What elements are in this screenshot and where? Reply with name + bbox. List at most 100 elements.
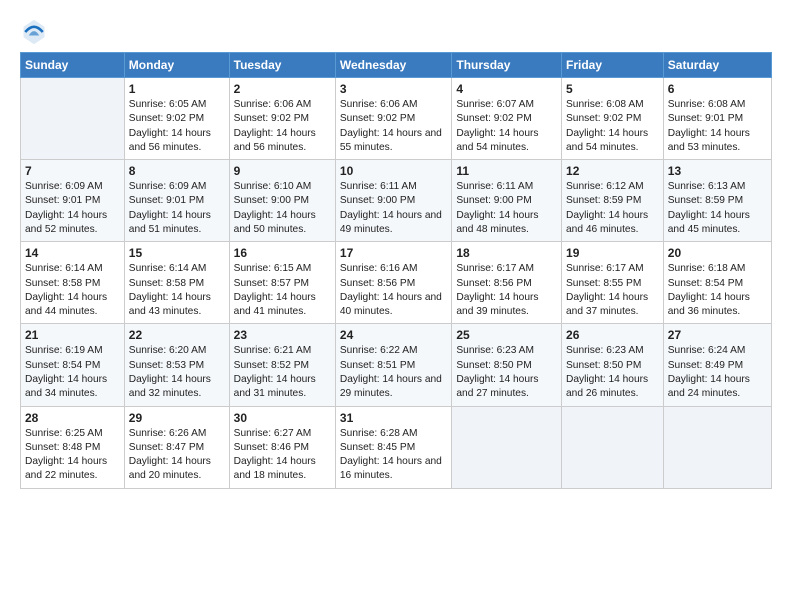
day-number: 8 <box>129 164 225 178</box>
day-number: 6 <box>668 82 767 96</box>
day-number: 24 <box>340 328 447 342</box>
header <box>20 18 772 46</box>
day-detail: Sunrise: 6:05 AMSunset: 9:02 PMDaylight:… <box>129 98 225 155</box>
day-number: 23 <box>234 328 331 342</box>
calendar-cell: 15 Sunrise: 6:14 AMSunset: 8:58 PMDayligh… <box>124 242 229 324</box>
col-header-monday: Monday <box>124 53 229 78</box>
day-number: 16 <box>234 246 331 260</box>
calendar-cell: 24 Sunrise: 6:22 AMSunset: 8:51 PMDayligh… <box>335 324 451 406</box>
week-row-4: 21Sunrise: 6:19 AMSunset: 8:54 PMDayligh… <box>21 324 772 406</box>
day-number: 30 <box>234 411 331 425</box>
header-row: SundayMondayTuesdayWednesdayThursdayFrid… <box>21 53 772 78</box>
calendar-cell: 27 Sunrise: 6:24 AMSunset: 8:49 PMDayligh… <box>663 324 771 406</box>
day-detail: Sunrise: 6:15 AMSunset: 8:57 PMDaylight:… <box>234 262 331 319</box>
day-detail: Sunrise: 6:26 AMSunset: 8:47 PMDaylight:… <box>129 427 225 484</box>
calendar-cell: 22Sunrise: 6:20 AMSunset: 8:53 PMDayligh… <box>124 324 229 406</box>
day-detail: Sunrise: 6:13 AMSunset: 8:59 PMDaylight:… <box>668 180 767 237</box>
calendar-cell: 3 Sunrise: 6:06 AMSunset: 9:02 PMDaylight… <box>335 78 451 160</box>
calendar-cell: 20 Sunrise: 6:18 AMSunset: 8:54 PMDayligh… <box>663 242 771 324</box>
day-number: 1 <box>129 82 225 96</box>
day-number: 31 <box>340 411 447 425</box>
day-detail: Sunrise: 6:11 AMSunset: 9:00 PMDaylight:… <box>340 180 447 237</box>
day-number: 10 <box>340 164 447 178</box>
day-number: 29 <box>129 411 225 425</box>
calendar-cell: 2 Sunrise: 6:06 AMSunset: 9:02 PMDaylight… <box>229 78 335 160</box>
calendar-cell <box>663 406 771 488</box>
day-detail: Sunrise: 6:09 AMSunset: 9:01 PMDaylight:… <box>25 180 120 237</box>
day-detail: Sunrise: 6:20 AMSunset: 8:53 PMDaylight:… <box>129 344 225 401</box>
day-detail: Sunrise: 6:17 AMSunset: 8:56 PMDaylight:… <box>456 262 557 319</box>
day-detail: Sunrise: 6:19 AMSunset: 8:54 PMDaylight:… <box>25 344 120 401</box>
day-detail: Sunrise: 6:17 AMSunset: 8:55 PMDaylight:… <box>566 262 659 319</box>
calendar-cell: 4 Sunrise: 6:07 AMSunset: 9:02 PMDaylight… <box>452 78 562 160</box>
calendar-cell: 19 Sunrise: 6:17 AMSunset: 8:55 PMDayligh… <box>562 242 664 324</box>
calendar-cell: 31 Sunrise: 6:28 AMSunset: 8:45 PMDayligh… <box>335 406 451 488</box>
calendar-cell <box>21 78 125 160</box>
day-detail: Sunrise: 6:23 AMSunset: 8:50 PMDaylight:… <box>456 344 557 401</box>
day-detail: Sunrise: 6:21 AMSunset: 8:52 PMDaylight:… <box>234 344 331 401</box>
calendar-cell: 8 Sunrise: 6:09 AMSunset: 9:01 PMDaylight… <box>124 160 229 242</box>
day-detail: Sunrise: 6:16 AMSunset: 8:56 PMDaylight:… <box>340 262 447 319</box>
day-detail: Sunrise: 6:22 AMSunset: 8:51 PMDaylight:… <box>340 344 447 401</box>
calendar-cell: 14 Sunrise: 6:14 AMSunset: 8:58 PMDayligh… <box>21 242 125 324</box>
day-detail: Sunrise: 6:08 AMSunset: 9:01 PMDaylight:… <box>668 98 767 155</box>
calendar-cell: 26 Sunrise: 6:23 AMSunset: 8:50 PMDayligh… <box>562 324 664 406</box>
day-number: 13 <box>668 164 767 178</box>
calendar-cell <box>452 406 562 488</box>
day-detail: Sunrise: 6:06 AMSunset: 9:02 PMDaylight:… <box>340 98 447 155</box>
day-detail: Sunrise: 6:11 AMSunset: 9:00 PMDaylight:… <box>456 180 557 237</box>
day-number: 19 <box>566 246 659 260</box>
day-detail: Sunrise: 6:14 AMSunset: 8:58 PMDaylight:… <box>129 262 225 319</box>
day-detail: Sunrise: 6:27 AMSunset: 8:46 PMDaylight:… <box>234 427 331 484</box>
calendar-cell: 18Sunrise: 6:17 AMSunset: 8:56 PMDayligh… <box>452 242 562 324</box>
day-detail: Sunrise: 6:23 AMSunset: 8:50 PMDaylight:… <box>566 344 659 401</box>
calendar-cell: 29 Sunrise: 6:26 AMSunset: 8:47 PMDayligh… <box>124 406 229 488</box>
page: SundayMondayTuesdayWednesdayThursdayFrid… <box>0 0 792 499</box>
week-row-3: 14 Sunrise: 6:14 AMSunset: 8:58 PMDayligh… <box>21 242 772 324</box>
day-detail: Sunrise: 6:24 AMSunset: 8:49 PMDaylight:… <box>668 344 767 401</box>
calendar-cell: 16 Sunrise: 6:15 AMSunset: 8:57 PMDayligh… <box>229 242 335 324</box>
logo-icon <box>20 18 48 46</box>
calendar-cell: 1 Sunrise: 6:05 AMSunset: 9:02 PMDaylight… <box>124 78 229 160</box>
calendar-cell: 23 Sunrise: 6:21 AMSunset: 8:52 PMDayligh… <box>229 324 335 406</box>
day-number: 4 <box>456 82 557 96</box>
col-header-thursday: Thursday <box>452 53 562 78</box>
col-header-wednesday: Wednesday <box>335 53 451 78</box>
calendar-cell: 28Sunrise: 6:25 AMSunset: 8:48 PMDayligh… <box>21 406 125 488</box>
day-number: 9 <box>234 164 331 178</box>
calendar-cell: 30 Sunrise: 6:27 AMSunset: 8:46 PMDayligh… <box>229 406 335 488</box>
logo <box>20 18 52 46</box>
day-detail: Sunrise: 6:06 AMSunset: 9:02 PMDaylight:… <box>234 98 331 155</box>
day-number: 14 <box>25 246 120 260</box>
day-number: 25 <box>456 328 557 342</box>
day-number: 28 <box>25 411 120 425</box>
col-header-friday: Friday <box>562 53 664 78</box>
day-detail: Sunrise: 6:09 AMSunset: 9:01 PMDaylight:… <box>129 180 225 237</box>
day-detail: Sunrise: 6:14 AMSunset: 8:58 PMDaylight:… <box>25 262 120 319</box>
calendar-header: SundayMondayTuesdayWednesdayThursdayFrid… <box>21 53 772 78</box>
calendar-cell: 10 Sunrise: 6:11 AMSunset: 9:00 PMDayligh… <box>335 160 451 242</box>
calendar-cell: 17 Sunrise: 6:16 AMSunset: 8:56 PMDayligh… <box>335 242 451 324</box>
day-detail: Sunrise: 6:28 AMSunset: 8:45 PMDaylight:… <box>340 427 447 484</box>
calendar-cell: 13 Sunrise: 6:13 AMSunset: 8:59 PMDayligh… <box>663 160 771 242</box>
day-number: 15 <box>129 246 225 260</box>
calendar-table: SundayMondayTuesdayWednesdayThursdayFrid… <box>20 52 772 489</box>
day-detail: Sunrise: 6:08 AMSunset: 9:02 PMDaylight:… <box>566 98 659 155</box>
day-detail: Sunrise: 6:07 AMSunset: 9:02 PMDaylight:… <box>456 98 557 155</box>
week-row-1: 1 Sunrise: 6:05 AMSunset: 9:02 PMDaylight… <box>21 78 772 160</box>
day-detail: Sunrise: 6:12 AMSunset: 8:59 PMDaylight:… <box>566 180 659 237</box>
day-number: 7 <box>25 164 120 178</box>
day-number: 20 <box>668 246 767 260</box>
day-number: 27 <box>668 328 767 342</box>
day-number: 12 <box>566 164 659 178</box>
calendar-cell: 25 Sunrise: 6:23 AMSunset: 8:50 PMDayligh… <box>452 324 562 406</box>
day-detail: Sunrise: 6:18 AMSunset: 8:54 PMDaylight:… <box>668 262 767 319</box>
day-number: 2 <box>234 82 331 96</box>
day-number: 3 <box>340 82 447 96</box>
day-number: 11 <box>456 164 557 178</box>
day-number: 26 <box>566 328 659 342</box>
calendar-cell <box>562 406 664 488</box>
day-detail: Sunrise: 6:10 AMSunset: 9:00 PMDaylight:… <box>234 180 331 237</box>
day-number: 17 <box>340 246 447 260</box>
col-header-tuesday: Tuesday <box>229 53 335 78</box>
